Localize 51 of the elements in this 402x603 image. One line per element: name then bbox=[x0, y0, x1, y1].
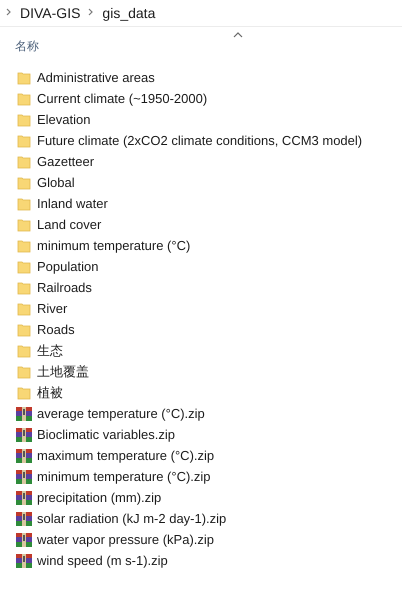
file-name[interactable]: solar radiation (kJ m-2 day-1).zip bbox=[37, 511, 226, 526]
folder-icon bbox=[17, 196, 31, 210]
file-name[interactable]: 生态 bbox=[37, 342, 63, 360]
file-name[interactable]: 土地覆盖 bbox=[37, 362, 89, 380]
archive-icon bbox=[16, 448, 32, 464]
folder-icon bbox=[17, 322, 31, 336]
archive-icon bbox=[16, 468, 32, 484]
archive-icon bbox=[16, 490, 32, 506]
file-name[interactable]: Administrative areas bbox=[37, 70, 155, 85]
folder-icon bbox=[17, 112, 31, 126]
file-name[interactable]: precipitation (mm).zip bbox=[37, 490, 162, 505]
folder-icon bbox=[17, 134, 31, 148]
archive-icon bbox=[16, 510, 32, 526]
breadcrumb-item[interactable]: gis_data bbox=[102, 5, 156, 21]
archive-icon bbox=[16, 406, 32, 422]
archive-icon bbox=[16, 552, 32, 568]
file-name[interactable]: minimum temperature (°C) bbox=[37, 238, 190, 253]
file-name[interactable]: Railroads bbox=[37, 280, 92, 295]
column-header[interactable]: 名称 bbox=[15, 38, 39, 55]
file-name[interactable]: maximum temperature (°C).zip bbox=[37, 448, 214, 463]
folder-icon bbox=[17, 364, 31, 378]
file-name[interactable]: Roads bbox=[37, 322, 75, 337]
archive-icon bbox=[16, 532, 32, 548]
file-name[interactable]: water vapor pressure (kPa).zip bbox=[37, 532, 214, 547]
file-name[interactable]: Inland water bbox=[37, 196, 108, 211]
folder-icon bbox=[17, 154, 31, 168]
folder-icon bbox=[17, 238, 31, 252]
file-name[interactable]: wind speed (m s-1).zip bbox=[37, 553, 168, 568]
file-name[interactable]: Land cover bbox=[37, 217, 102, 232]
folder-icon bbox=[17, 70, 31, 84]
folder-icon bbox=[17, 260, 31, 274]
folder-icon bbox=[17, 280, 31, 294]
file-name[interactable]: minimum temperature (°C).zip bbox=[37, 469, 211, 484]
folder-icon bbox=[17, 386, 31, 400]
folder-icon bbox=[17, 218, 31, 232]
breadcrumb-item[interactable]: DIVA-GIS bbox=[20, 5, 80, 21]
file-name[interactable]: average temperature (°C).zip bbox=[37, 406, 205, 421]
file-name[interactable]: 植被 bbox=[37, 384, 63, 402]
folder-icon bbox=[17, 176, 31, 190]
file-name[interactable]: Bioclimatic variables.zip bbox=[37, 427, 175, 442]
folder-icon bbox=[17, 302, 31, 316]
file-name[interactable]: Population bbox=[37, 259, 98, 274]
folder-icon bbox=[17, 92, 31, 106]
file-name[interactable]: Elevation bbox=[37, 112, 90, 127]
file-name[interactable]: Current climate (~1950-2000) bbox=[37, 91, 208, 106]
file-name[interactable]: Future climate (2xCO2 climate conditions, CCM3 model) bbox=[37, 133, 362, 148]
file-name[interactable]: Gazetteer bbox=[37, 154, 94, 169]
folder-icon bbox=[17, 344, 31, 358]
file-name[interactable]: River bbox=[37, 301, 68, 316]
archive-icon bbox=[16, 426, 32, 442]
file-name[interactable]: Global bbox=[37, 175, 75, 190]
